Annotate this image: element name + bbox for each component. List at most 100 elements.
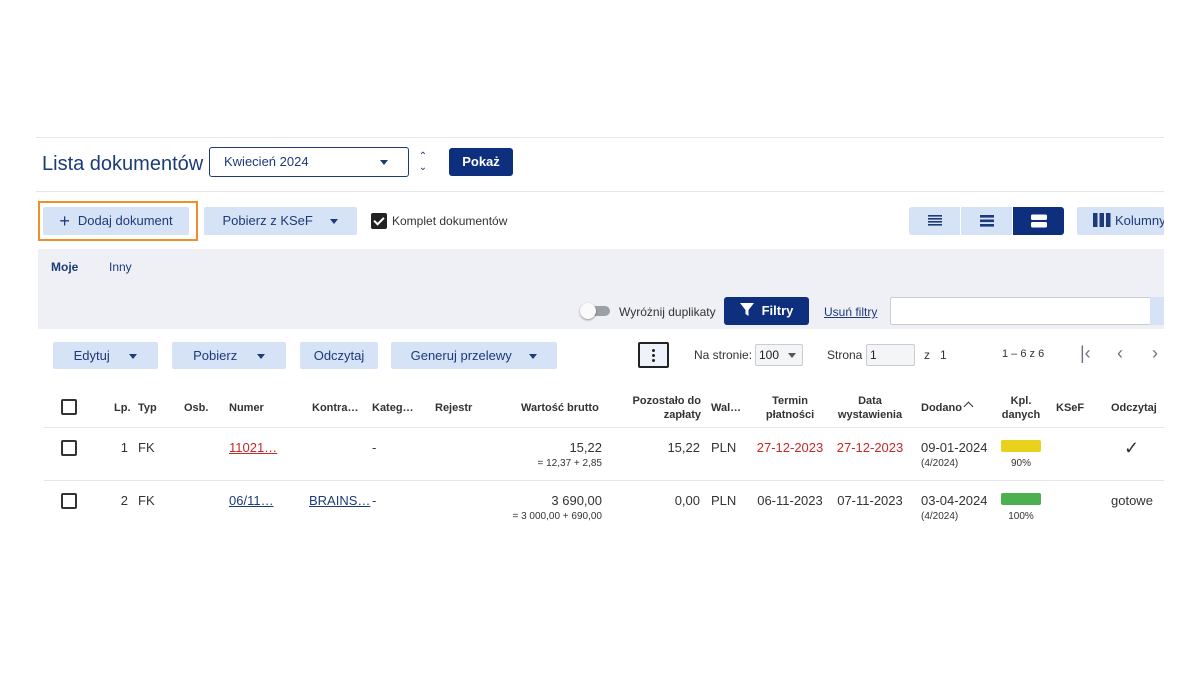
col-osb[interactable]: Osb. bbox=[184, 402, 208, 414]
row-dodano-period: (4/2024) bbox=[921, 458, 959, 469]
caret-down-icon bbox=[788, 353, 796, 358]
row-kategoria: - bbox=[372, 440, 377, 455]
row-termin: 06-11-2023 bbox=[757, 493, 823, 508]
prev-page-icon[interactable]: ‹ bbox=[1117, 343, 1123, 364]
col-dodano[interactable]: Dodano bbox=[921, 401, 974, 414]
generate-transfers-button[interactable]: Generuj przelewy bbox=[391, 342, 557, 369]
page-range: 1 – 6 z 6 bbox=[1002, 348, 1045, 360]
edit-button[interactable]: Edytuj bbox=[53, 342, 158, 369]
filter-icon bbox=[739, 303, 754, 316]
document-set-checkbox[interactable] bbox=[371, 213, 387, 229]
page-input[interactable]: 1 bbox=[866, 344, 915, 366]
clear-filters-link[interactable]: Usuń filtry bbox=[824, 305, 877, 319]
row-kontrahent-link[interactable]: BRAINS… bbox=[309, 493, 370, 508]
row-lp: 2 bbox=[120, 493, 128, 508]
checkmark-icon: ✓ bbox=[1123, 438, 1140, 458]
first-page-icon[interactable]: |‹ bbox=[1080, 343, 1091, 364]
chevron-up-icon[interactable]: ⌃ bbox=[417, 151, 429, 162]
chevron-down-icon[interactable]: ⌄ bbox=[417, 162, 429, 173]
row-checkbox[interactable] bbox=[61, 493, 77, 509]
row-waluta: PLN bbox=[711, 493, 737, 508]
row-data: 27-12-2023 bbox=[836, 440, 904, 455]
highlight-duplicates-label: Wyróżnij duplikaty bbox=[619, 305, 716, 319]
kebab-icon bbox=[652, 349, 655, 352]
next-page-icon[interactable]: › bbox=[1152, 343, 1158, 364]
per-page-label: Na stronie: bbox=[694, 348, 753, 362]
total-pages: 1 bbox=[940, 348, 947, 362]
row-wartosc-breakdown: = 3 000,00 + 690,00 bbox=[512, 511, 602, 522]
page-title: Lista dokumentów bbox=[42, 153, 204, 175]
row-numer-link[interactable]: 06/11… bbox=[229, 493, 274, 508]
col-kpl[interactable]: Kpl. danych bbox=[998, 395, 1044, 421]
row-checkbox[interactable] bbox=[61, 440, 77, 456]
caret-down-icon bbox=[129, 354, 138, 360]
top-divider bbox=[36, 137, 1164, 138]
plus-icon: + bbox=[59, 211, 70, 231]
col-odczytaj[interactable]: Odczytaj bbox=[1111, 402, 1157, 414]
row-numer-link[interactable]: 11021… bbox=[229, 440, 277, 455]
select-all-checkbox[interactable] bbox=[61, 399, 77, 415]
columns-button[interactable]: Kolumny bbox=[1077, 207, 1164, 235]
row-kpl-pct: 100% bbox=[1008, 511, 1034, 522]
page-label: Strona bbox=[827, 348, 863, 362]
list-comfortable-icon bbox=[1031, 214, 1047, 228]
view-normal-button[interactable] bbox=[961, 207, 1012, 235]
col-rejestr[interactable]: Rejestr bbox=[435, 402, 472, 414]
per-page-select[interactable]: 100 bbox=[755, 344, 803, 366]
search-input[interactable] bbox=[890, 297, 1152, 325]
row-dodano-period: (4/2024) bbox=[921, 511, 959, 522]
tab-moje[interactable]: Moje bbox=[51, 260, 78, 274]
month-stepper[interactable]: ⌃ ⌄ bbox=[417, 151, 429, 179]
row-pozostalo: 0,00 bbox=[674, 493, 700, 508]
sort-asc-icon bbox=[963, 401, 974, 412]
col-pozostalo[interactable]: Pozostało do zapłaty bbox=[601, 395, 701, 421]
row-lp: 1 bbox=[120, 440, 128, 455]
tab-inny[interactable]: Inny bbox=[109, 260, 132, 274]
filters-button[interactable]: Filtry bbox=[724, 297, 809, 325]
col-lp[interactable]: Lp. bbox=[114, 402, 131, 414]
document-set-label: Komplet dokumentów bbox=[392, 214, 508, 228]
view-compact-button[interactable] bbox=[909, 207, 960, 235]
col-wartosc[interactable]: Wartość brutto bbox=[521, 402, 599, 414]
table-row[interactable] bbox=[44, 481, 1164, 533]
row-kategoria: - bbox=[372, 493, 377, 508]
highlight-duplicates-toggle[interactable] bbox=[580, 303, 612, 319]
col-ksef[interactable]: KSeF bbox=[1056, 402, 1084, 414]
columns-icon bbox=[1093, 213, 1111, 227]
row-kpl-bar bbox=[1001, 440, 1041, 452]
fetch-ksef-button[interactable]: Pobierz z KSeF bbox=[204, 207, 357, 235]
caret-down-icon bbox=[529, 354, 538, 360]
download-button[interactable]: Pobierz bbox=[172, 342, 286, 369]
add-document-button[interactable]: + Dodaj dokument bbox=[43, 207, 189, 235]
row-kpl-pct: 90% bbox=[1010, 458, 1031, 469]
row-wartosc: 15,22 bbox=[569, 440, 602, 455]
col-numer[interactable]: Numer bbox=[229, 402, 264, 414]
col-waluta[interactable]: Wal… bbox=[711, 402, 741, 414]
caret-down-icon bbox=[330, 219, 339, 225]
col-termin[interactable]: Termin płatności bbox=[754, 395, 826, 421]
row-dodano: 03-04-2024 bbox=[921, 493, 988, 508]
row-kpl-bar bbox=[1001, 493, 1041, 505]
row-odczytaj-status: gotowe bbox=[1111, 493, 1153, 508]
caret-down-icon bbox=[256, 354, 265, 360]
month-select[interactable]: Kwiecień 2024 bbox=[209, 147, 409, 177]
header-divider bbox=[36, 191, 1164, 192]
list-normal-icon bbox=[980, 215, 994, 227]
page-of-label: z bbox=[924, 348, 930, 362]
read-button[interactable]: Odczytaj bbox=[300, 342, 378, 369]
col-typ[interactable]: Typ bbox=[138, 402, 157, 414]
row-waluta: PLN bbox=[711, 440, 737, 455]
search-button[interactable] bbox=[1150, 297, 1164, 325]
col-data[interactable]: Data wystawienia bbox=[833, 395, 907, 421]
col-kontrahent[interactable]: Kontra… bbox=[312, 402, 358, 414]
view-comfortable-button[interactable] bbox=[1013, 207, 1064, 235]
show-button[interactable]: Pokaż bbox=[449, 148, 513, 176]
row-termin: 27-12-2023 bbox=[756, 440, 824, 455]
table-row[interactable] bbox=[44, 428, 1164, 480]
col-kategoria[interactable]: Kateg… bbox=[372, 402, 414, 414]
more-actions-button[interactable] bbox=[638, 342, 669, 368]
row-typ: FK bbox=[138, 493, 155, 508]
month-select-value: Kwiecień 2024 bbox=[224, 154, 309, 169]
document-list-app: Lista dokumentów Kwiecień 2024 ⌃ ⌄ Pokaż… bbox=[36, 137, 1164, 537]
row-dodano: 09-01-2024 bbox=[921, 440, 988, 455]
